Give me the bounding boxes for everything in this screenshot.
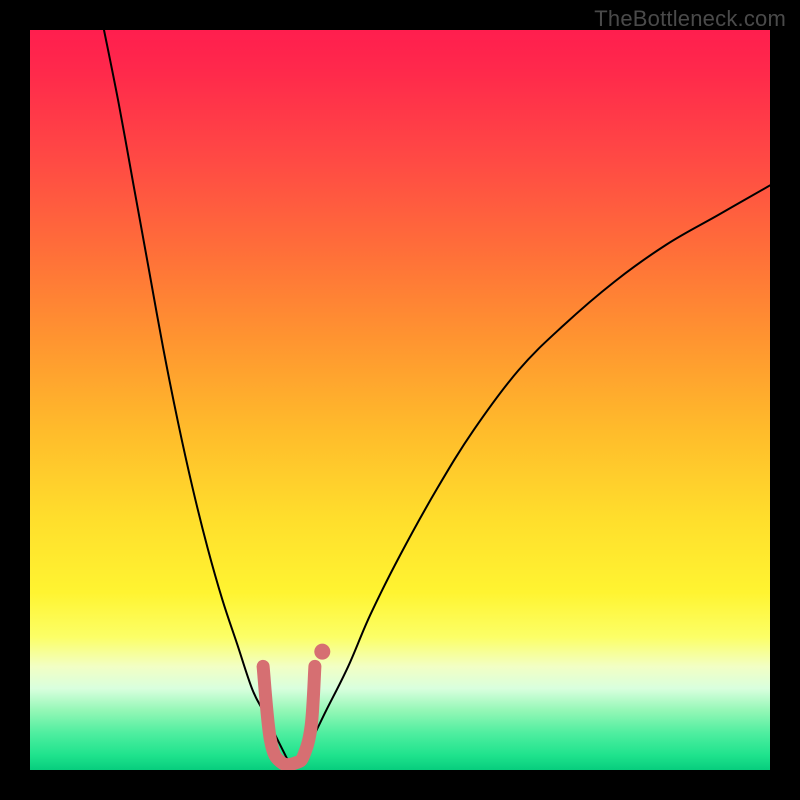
curve-layer xyxy=(30,30,770,770)
chart-frame: TheBottleneck.com xyxy=(0,0,800,800)
left-curve xyxy=(104,30,289,763)
right-curve xyxy=(296,185,770,762)
plot-area xyxy=(30,30,770,770)
optimal-marker xyxy=(263,666,315,764)
plot-inner xyxy=(30,30,770,770)
watermark-text: TheBottleneck.com xyxy=(594,6,786,32)
marker-dot xyxy=(314,644,330,660)
